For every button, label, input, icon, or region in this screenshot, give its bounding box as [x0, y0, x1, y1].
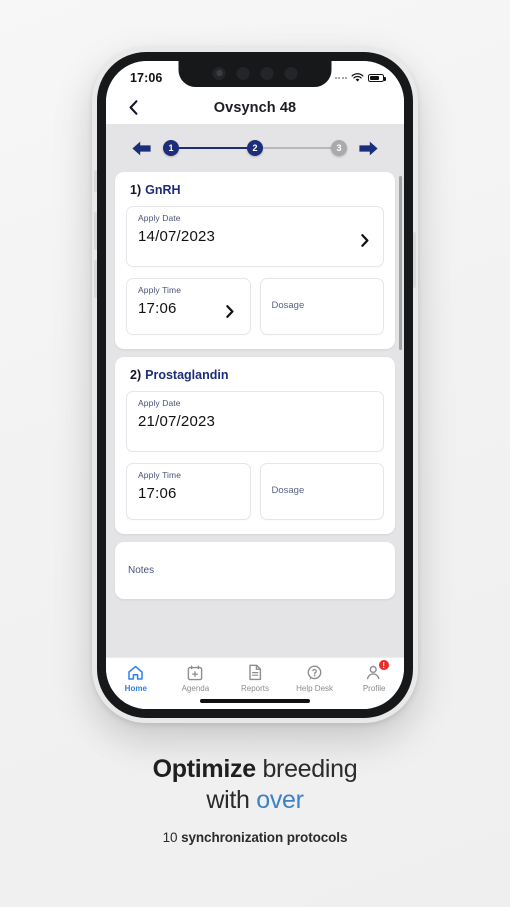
caption-subtitle: 10 synchronization protocols [34, 830, 476, 845]
tab-item-agenda[interactable]: Agenda [166, 664, 226, 693]
phone-screen: 17:06 Ovsynch 48 1 2 3 1) GnRH Apply Dat… [106, 61, 404, 709]
profile-notification-badge: ! [377, 659, 390, 671]
status-bar-indicators [334, 73, 386, 83]
apply-time-value-1: 17:06 [138, 300, 177, 317]
dosage-placeholder-2: Dosage [271, 484, 305, 496]
stepper-track: 1 2 3 [163, 140, 347, 156]
calendar-plus-icon [187, 664, 203, 681]
user-icon: ! [366, 659, 390, 681]
caption-line1-rest: breeding [255, 755, 358, 783]
question-bubble-icon [306, 664, 323, 681]
apply-date-field-1[interactable]: Apply Date 14/07/2023 [126, 206, 384, 267]
volume-down-button[interactable] [94, 260, 97, 298]
sensor-icon [236, 66, 250, 80]
protocol-name-2: Prostaglandin [145, 368, 229, 382]
proximity-sensor-icon [284, 66, 298, 80]
notes-placeholder: Notes [128, 565, 155, 576]
chevron-right-icon [361, 234, 369, 247]
apply-date-label-1: Apply Date [138, 213, 181, 223]
tab-label-reports: Reports [240, 684, 269, 693]
power-button[interactable] [413, 232, 416, 288]
tab-label-profile: Profile [362, 684, 386, 693]
caption-sub-bold: synchronization protocols [181, 830, 348, 845]
tab-item-reports[interactable]: Reports [225, 664, 285, 693]
tab-item-home[interactable]: Home [106, 664, 166, 693]
protocol-index-2: 2) [130, 368, 142, 382]
chevron-left-icon [129, 100, 137, 115]
step-line-2-3 [263, 146, 331, 150]
step-line-1-2 [179, 146, 247, 150]
protocol-name-1: GnRH [145, 183, 181, 197]
dosage-field-2[interactable]: Dosage [259, 463, 384, 520]
protocol-title-2: 2) Prostaglandin [126, 368, 384, 382]
step-node-3[interactable]: 3 [331, 140, 347, 156]
caption-line1-bold: Optimize [152, 755, 256, 783]
arrow-left-icon [132, 141, 151, 155]
home-icon [127, 664, 144, 681]
front-camera-icon [212, 66, 226, 80]
protocol-title-1: 1) GnRH [126, 183, 384, 197]
signal-dots-icon [334, 77, 347, 79]
protocol-card-prostaglandin: 2) Prostaglandin Apply Date 21/07/2023 Ap… [115, 357, 395, 534]
stepper-next-button[interactable] [358, 140, 379, 157]
caption-line-2: with over [34, 786, 476, 815]
step-node-2[interactable]: 2 [247, 140, 263, 156]
time-dosage-row-1: Apply Time 17:06 Dosage [126, 278, 384, 335]
stepper-prev-button[interactable] [131, 140, 152, 157]
apply-time-field-1[interactable]: Apply Time 17:06 [126, 278, 251, 335]
protocol-index-1: 1) [130, 183, 142, 197]
battery-icon [368, 74, 386, 82]
volume-up-button[interactable] [94, 212, 97, 250]
caption-sub-prefix: 10 [162, 830, 182, 845]
back-button[interactable] [122, 97, 144, 119]
notch [178, 61, 332, 87]
dosage-field-1[interactable]: Dosage [259, 278, 384, 335]
protocol-card-gnrh: 1)GnRH Apply Date 14/07/2023 Apply Time [115, 172, 395, 349]
apply-date-value-2: 21/07/2023 [138, 413, 216, 430]
document-icon [248, 664, 262, 681]
tab-item-help-desk[interactable]: Help Desk [285, 664, 345, 693]
time-dosage-row-2: Apply Time 17:06 Dosage [126, 463, 384, 520]
silent-switch[interactable] [94, 170, 97, 192]
caption-line-1: Optimize breeding [34, 755, 476, 784]
phone-bezel: 17:06 Ovsynch 48 1 2 3 1) GnRH Apply Dat… [94, 52, 416, 718]
apply-time-label-2: Apply Time [138, 470, 182, 480]
vertical-scrollbar[interactable] [399, 176, 402, 350]
notes-field[interactable]: Notes [115, 542, 395, 599]
apply-time-value-2: 17:06 [138, 485, 177, 502]
chevron-right-icon [225, 305, 233, 318]
home-indicator[interactable] [200, 699, 310, 703]
apply-date-label-2: Apply Date [138, 398, 181, 408]
tab-label-help-desk: Help Desk [296, 684, 334, 693]
step-node-1[interactable]: 1 [163, 140, 179, 156]
phone-frame: 17:06 Ovsynch 48 1 2 3 1) GnRH Apply Dat… [92, 47, 418, 723]
speaker-icon [260, 66, 274, 80]
arrow-right-icon [359, 141, 378, 155]
status-bar-time: 17:06 [130, 71, 163, 85]
tab-label-home: Home [124, 684, 147, 693]
caption-line2-rest: with [206, 786, 257, 814]
apply-time-field-2[interactable]: Apply Time 17:06 [126, 463, 251, 520]
apply-date-value-1: 14/07/2023 [138, 228, 216, 245]
page-title: Ovsynch 48 [213, 99, 297, 116]
caption-line2-accent: over [256, 786, 304, 814]
apply-date-field-2[interactable]: Apply Date 21/07/2023 [126, 391, 384, 452]
app-content: 1 2 3 1) GnRH Apply Date 14/07/2023 Appl… [106, 124, 404, 657]
tab-label-agenda: Agenda [181, 684, 210, 693]
protocol-stepper: 1 2 3 [106, 124, 404, 172]
app-header: Ovsynch 48 [106, 91, 404, 124]
marketing-caption: Optimize breeding with over 10 synchroni… [0, 755, 510, 845]
tab-item-profile[interactable]: ! Profile [344, 659, 404, 693]
wifi-icon [351, 73, 364, 82]
apply-time-label-1: Apply Time [138, 285, 182, 295]
protocol-scroll-area[interactable]: 1)GnRH Apply Date 14/07/2023 Apply Time [106, 172, 404, 657]
dosage-placeholder-1: Dosage [271, 299, 305, 311]
